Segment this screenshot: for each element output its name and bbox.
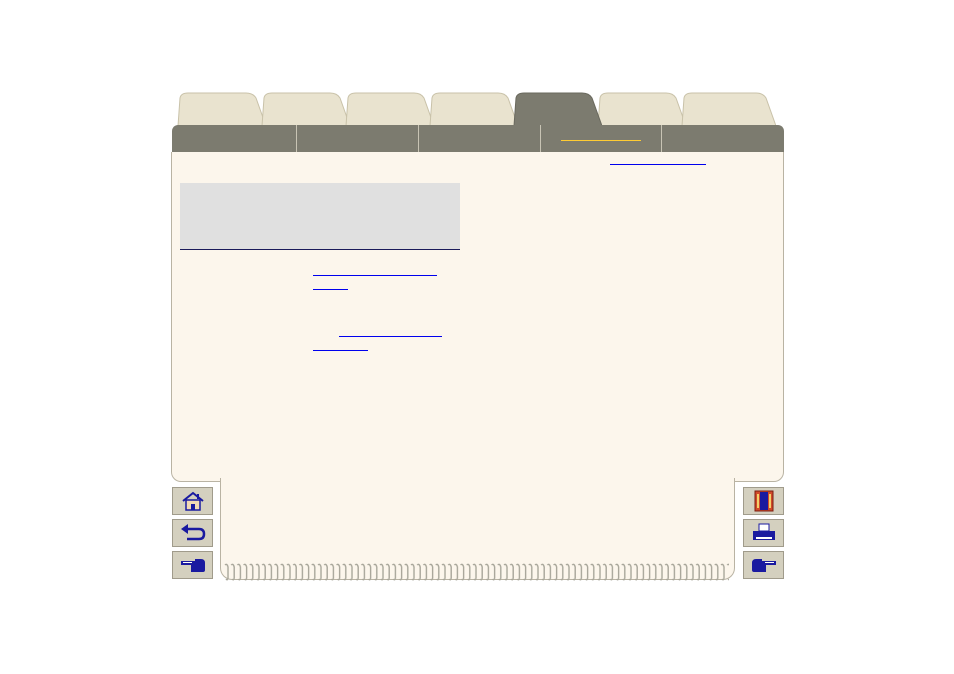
subnav-1[interactable] (172, 125, 297, 152)
content-link-1[interactable] (313, 275, 437, 276)
tab-bar (172, 92, 784, 126)
printer-icon (752, 523, 775, 540)
selected-indicator (561, 140, 641, 141)
next-page-hand-icon (751, 559, 776, 572)
contents-book-icon (754, 490, 773, 512)
content-link-1-continued[interactable] (313, 289, 348, 290)
tab-1[interactable] (176, 92, 266, 126)
heading-box (180, 183, 460, 250)
tab-6[interactable] (596, 92, 686, 126)
print-button[interactable] (743, 519, 784, 547)
tab-5-active[interactable] (512, 92, 602, 126)
subnav-2[interactable] (297, 125, 419, 152)
back-arrow-icon (180, 524, 205, 541)
subnav-bar (172, 125, 784, 152)
previous-page-hand-icon (180, 559, 205, 572)
next-page-button[interactable] (743, 551, 784, 579)
content-link-2-continued[interactable] (313, 350, 368, 351)
help-viewer (0, 0, 954, 674)
subnav-4-selected[interactable] (541, 125, 662, 152)
previous-page-button[interactable] (172, 551, 213, 579)
home-button[interactable] (172, 487, 213, 515)
subnav-5[interactable] (662, 125, 784, 152)
tab-4[interactable] (428, 92, 518, 126)
back-button[interactable] (172, 519, 213, 547)
contents-button[interactable] (743, 487, 784, 515)
tab-2[interactable] (260, 92, 350, 126)
tab-7[interactable] (680, 92, 776, 126)
home-icon (181, 491, 204, 511)
subnav-3[interactable] (419, 125, 541, 152)
header-link[interactable] (610, 164, 706, 165)
tab-3[interactable] (344, 92, 434, 126)
content-link-2[interactable] (339, 336, 442, 337)
spiral-binding (224, 563, 729, 581)
